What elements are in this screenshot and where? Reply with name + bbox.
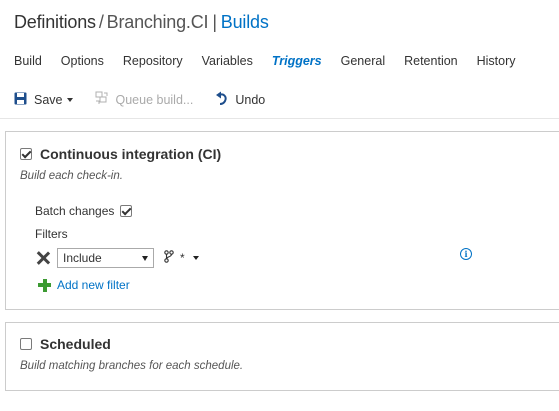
dropdown-arrow-icon: [142, 255, 148, 261]
tab-retention[interactable]: Retention: [404, 54, 458, 68]
branch-spec-value: *: [180, 251, 185, 265]
filter-type-value: Include: [63, 251, 102, 265]
branch-spec-selector[interactable]: *: [164, 250, 199, 266]
add-new-filter-link[interactable]: Add new filter: [38, 278, 130, 292]
undo-label: Undo: [235, 92, 266, 107]
ci-title: Continuous integration (CI): [40, 146, 222, 162]
batch-changes-label: Batch changes: [35, 204, 115, 218]
chevron-down-icon: [192, 256, 199, 260]
toolbar-divider: [0, 118, 559, 119]
save-button-label: Save: [34, 92, 63, 107]
filter-type-select[interactable]: Include: [57, 248, 154, 268]
breadcrumb-separator: /: [98, 12, 104, 32]
breadcrumb: Definitions / Branching.CI | Builds: [14, 12, 269, 33]
tab-general[interactable]: General: [341, 54, 385, 68]
add-new-filter-label: Add new filter: [57, 278, 130, 292]
tab-build[interactable]: Build: [14, 54, 42, 68]
ci-enable-checkbox[interactable]: [20, 148, 32, 160]
scheduled-header: Scheduled: [20, 336, 111, 352]
remove-filter-x-icon[interactable]: [36, 251, 50, 265]
branch-icon: [164, 250, 174, 266]
breadcrumb-builds-link[interactable]: Builds: [221, 12, 269, 32]
chevron-down-icon: [66, 97, 73, 102]
breadcrumb-root[interactable]: Definitions: [14, 12, 96, 32]
tab-variables[interactable]: Variables: [202, 54, 253, 68]
undo-button[interactable]: Undo: [215, 91, 265, 108]
queue-build-label: Queue build...: [115, 92, 194, 107]
tab-bar: Build Options Repository Variables Trigg…: [14, 54, 535, 68]
filters-label: Filters: [35, 227, 68, 241]
scheduled-enable-checkbox[interactable]: [20, 338, 32, 350]
tab-history[interactable]: History: [477, 54, 516, 68]
scheduled-title: Scheduled: [40, 336, 111, 352]
ci-description: Build each check-in.: [20, 170, 123, 182]
ci-trigger-panel: Continuous integration (CI) Build each c…: [5, 131, 559, 310]
scheduled-description: Build matching branches for each schedul…: [20, 360, 244, 372]
scheduled-trigger-panel: Scheduled Build matching branches for ea…: [5, 322, 559, 391]
breadcrumb-definition: Branching.CI: [106, 12, 209, 32]
tab-repository[interactable]: Repository: [123, 54, 183, 68]
save-button[interactable]: Save: [14, 92, 73, 108]
batch-changes-row: Batch changes: [35, 204, 133, 218]
ci-header: Continuous integration (CI): [20, 146, 221, 162]
info-icon[interactable]: i: [460, 248, 472, 260]
plus-icon: [38, 278, 51, 292]
queue-build-icon: [95, 91, 116, 108]
queue-build-button[interactable]: Queue build...: [95, 91, 194, 108]
toolbar: Save Queue build... Undo: [14, 91, 287, 108]
undo-icon: [215, 91, 235, 108]
filter-row: Include *: [36, 247, 199, 269]
floppy-disk-icon: [14, 92, 34, 108]
tab-triggers[interactable]: Triggers: [272, 54, 322, 68]
batch-changes-checkbox[interactable]: [120, 205, 133, 217]
breadcrumb-pipe: |: [212, 12, 217, 32]
tab-options[interactable]: Options: [61, 54, 104, 68]
